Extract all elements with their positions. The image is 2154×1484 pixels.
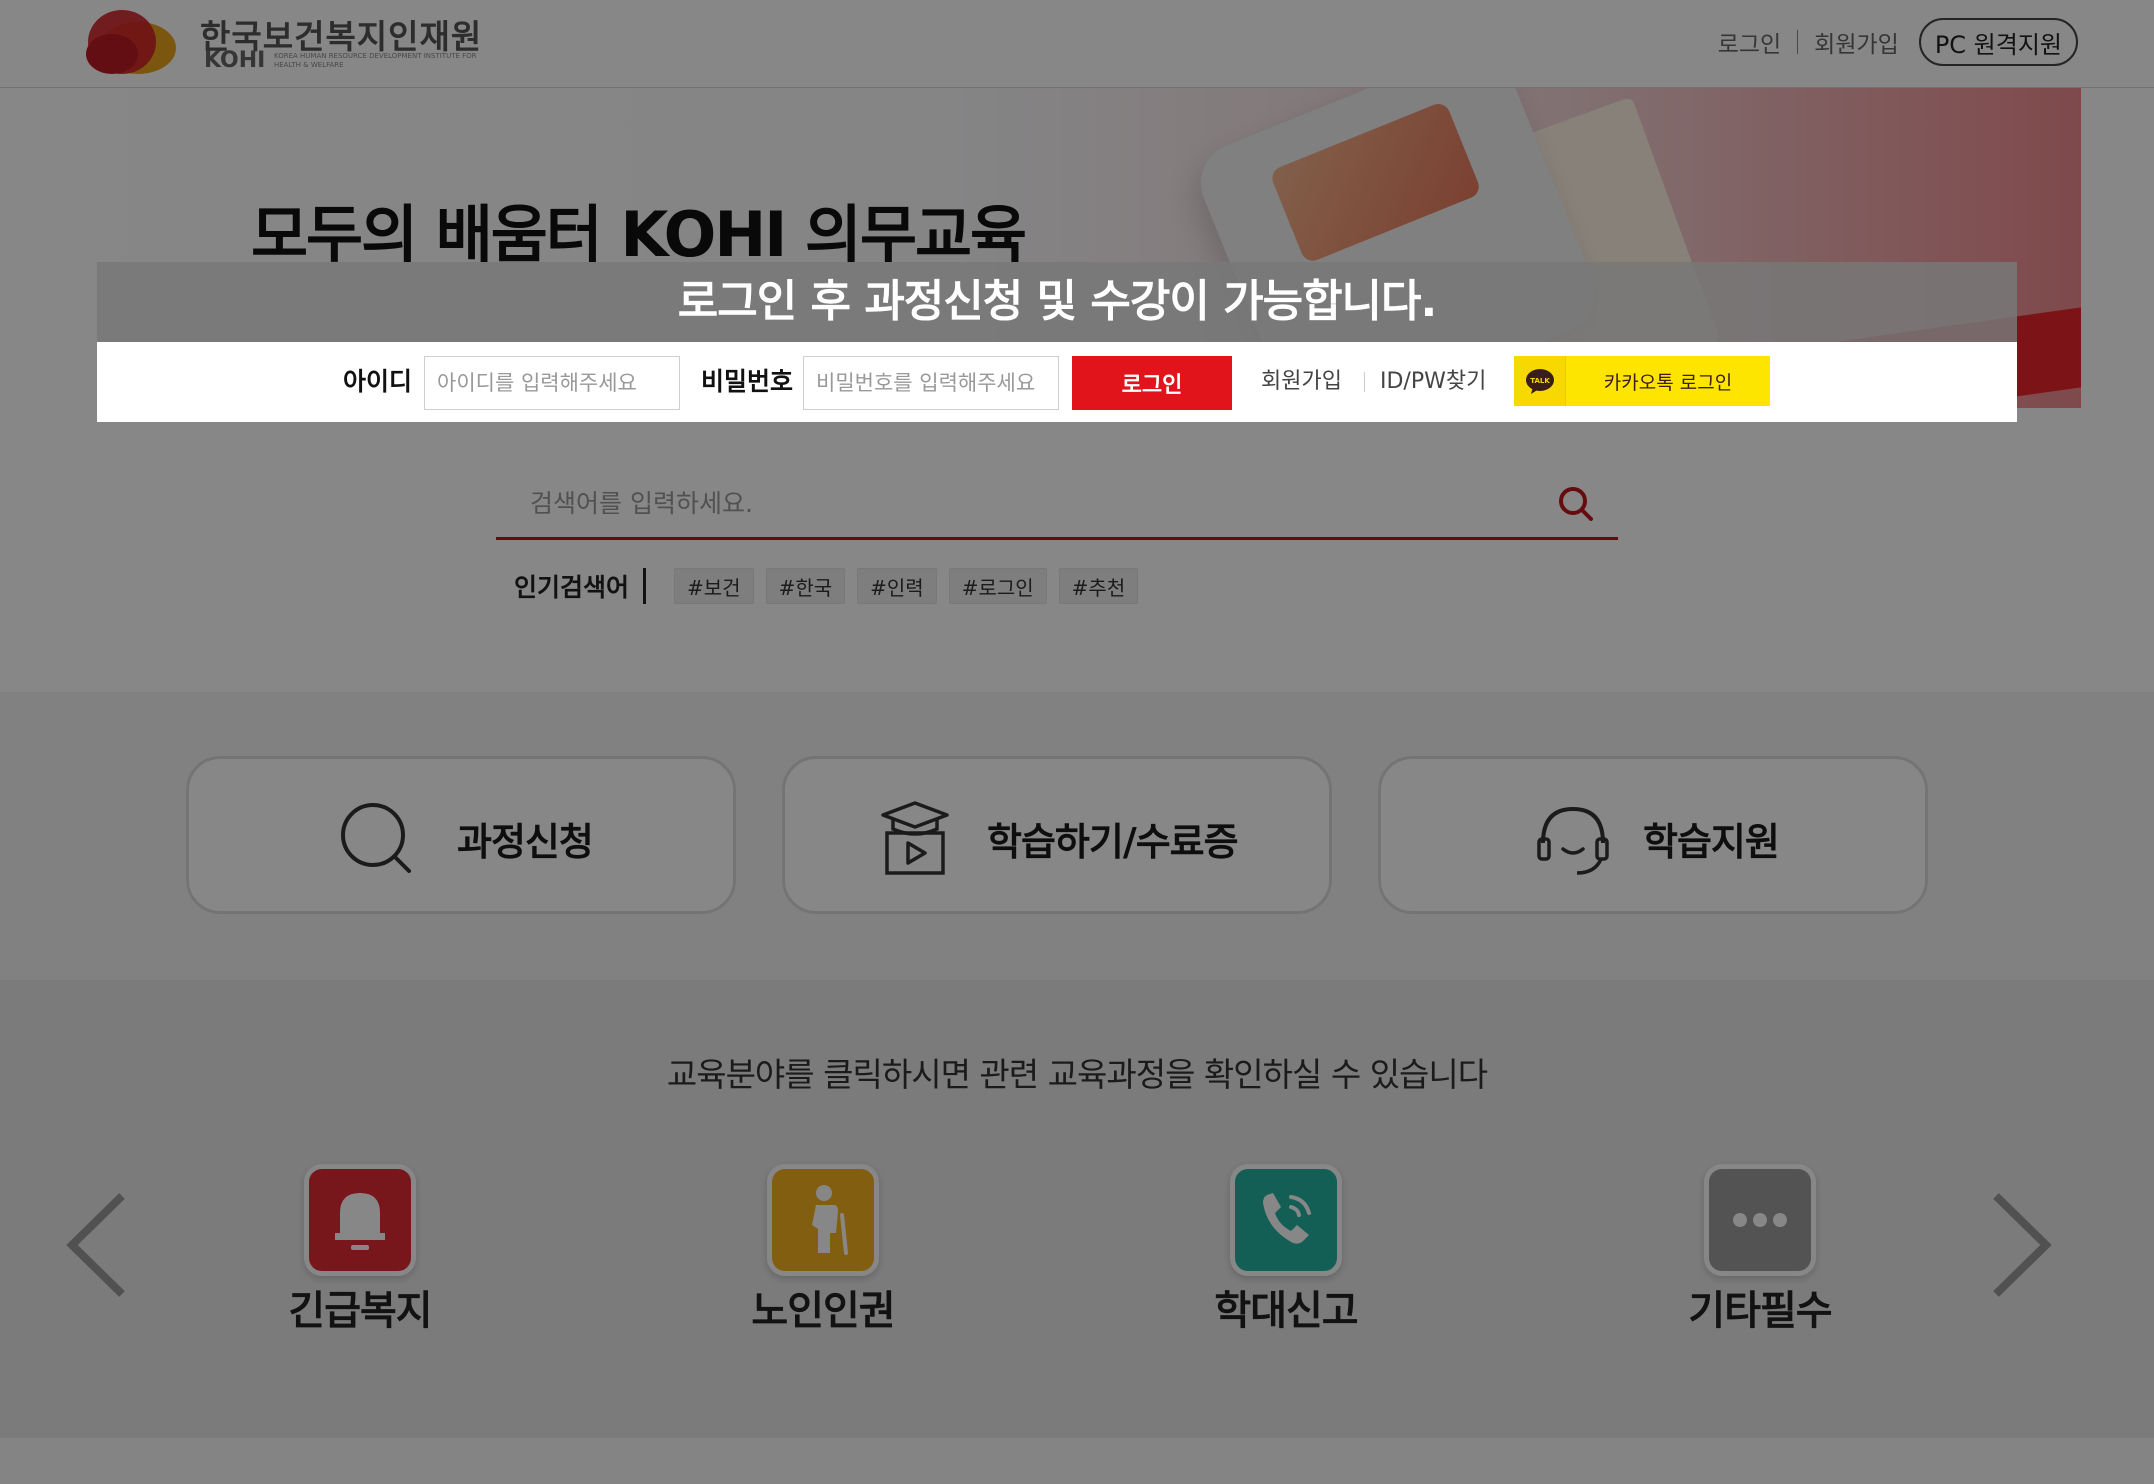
password-label: 비밀번호 xyxy=(701,367,794,396)
kakao-login-label: 카카오톡 로그인 xyxy=(1603,371,1733,394)
login-notice-banner: 로그인 후 과정신청 및 수강이 가능합니다. xyxy=(97,262,2017,342)
speech-bubble-icon: TALK xyxy=(1525,369,1554,394)
find-id-password-link[interactable]: ID/PW찾기 xyxy=(1380,342,1486,422)
kakao-talk-icon: TALK xyxy=(1514,356,1566,406)
modal-dim-overlay[interactable] xyxy=(0,0,2154,1484)
id-label: 아이디 xyxy=(343,367,413,396)
login-bar: 아이디 비밀번호 로그인 회원가입 ID/PW찾기 TALK 카카오톡 로그인 xyxy=(97,342,2017,422)
kakao-login-button[interactable]: TALK 카카오톡 로그인 xyxy=(1514,356,1770,406)
signup-link[interactable]: 회원가입 xyxy=(1261,342,1342,422)
svg-text:TALK: TALK xyxy=(1530,377,1550,385)
login-button[interactable]: 로그인 xyxy=(1072,356,1232,410)
login-link-divider xyxy=(1364,372,1365,392)
login-notice-text: 로그인 후 과정신청 및 수강이 가능합니다. xyxy=(677,276,1437,327)
password-input[interactable] xyxy=(803,356,1059,410)
id-input[interactable] xyxy=(424,356,680,410)
